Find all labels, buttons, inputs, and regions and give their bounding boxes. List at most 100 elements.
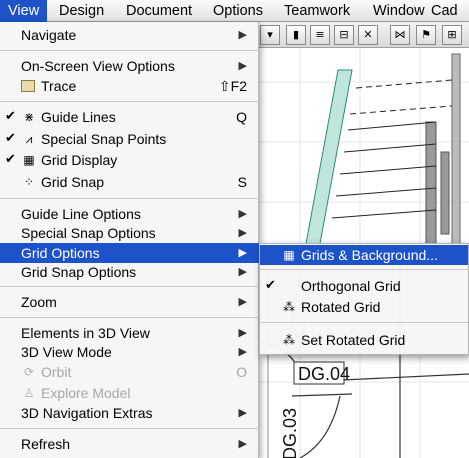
submenu-arrow-icon: ▶ [238,246,247,259]
dimension-icon[interactable]: ⊟ [334,25,354,45]
submenu-arrow-icon: ▶ [238,326,247,339]
menu-cad[interactable]: Cad [423,0,466,22]
grid-snap-label: Grid Snap [41,174,105,190]
menu-item-explore-model[interactable]: ♙ Explore Model [0,383,259,403]
trace-label: Trace [41,78,77,94]
menu-item-elements-in-3d-view[interactable]: Elements in 3D View ▶ [0,323,259,343]
menu-item-grid-snap[interactable]: ⁘ Grid Snap S [0,172,259,192]
trace-icon [21,80,35,92]
menu-item-special-snap-options[interactable]: Special Snap Options ▶ [0,223,259,243]
menu-item-guide-lines[interactable]: ✔ ⋇ Guide Lines Q [0,107,259,127]
flag-icon[interactable]: ⚑ [416,25,436,45]
separator [260,322,468,323]
submenu-arrow-icon: ▶ [238,207,247,220]
submenu-arrow-icon: ▶ [238,345,247,358]
view-menu: Navigate ▶ On-Screen View Options ▶ Trac… [0,22,259,458]
grid-options-label: Grid Options [21,245,100,261]
menu-item-grid-snap-options[interactable]: Grid Snap Options ▶ [0,262,259,282]
menu-item-navigate[interactable]: Navigate ▶ [0,25,259,45]
checkmark-icon: ✔ [5,109,16,124]
explore-icon: ♙ [23,386,35,400]
stair-icon[interactable]: ≡ [310,25,330,45]
menu-item-grid-display[interactable]: ✔ ▦ Grid Display [0,150,259,170]
grid-display-label: Grid Display [41,152,118,168]
guide-line-options-label: Guide Line Options [21,206,141,222]
3d-navigation-extras-label: 3D Navigation Extras [21,405,153,421]
room-label-dg03: DG.03 [280,408,300,458]
toolbar: ▾ ▮ ≡ ⊟ ✕ ⋈ ⚑ ⊞ [258,22,469,48]
separator [0,428,259,429]
submenu-arrow-icon: ▶ [238,437,247,450]
trace-shortcut: ⇧F2 [218,78,247,94]
separator [0,286,259,287]
navigate-label: Navigate [21,27,77,43]
set-rotated-grid-label: Set Rotated Grid [301,332,406,348]
orbit-shortcut: O [236,364,247,380]
separator [0,198,259,199]
snap-points-icon: ⩘ [25,132,33,146]
rotated-grid-icon: ⁂ [283,300,295,314]
menu-item-grid-options[interactable]: Grid Options ▶ [0,243,259,263]
submenu-arrow-icon: ▶ [238,28,247,41]
on-screen-view-options-label: On-Screen View Options [21,58,175,74]
separator [260,269,468,270]
menu-item-orbit[interactable]: ⟳ Orbit O [0,362,259,382]
menu-view[interactable]: View [0,0,48,22]
menu-design[interactable]: Design [51,0,112,22]
grid-snap-shortcut: S [237,174,247,190]
checkmark-icon: ✔ [5,152,16,167]
menu-item-on-screen-view-options[interactable]: On-Screen View Options ▶ [0,56,259,76]
menu-item-special-snap-points[interactable]: ✔ ⩘ Special Snap Points [0,129,259,149]
submenu-arrow-icon: ▶ [238,59,247,72]
node-icon[interactable]: ⋈ [390,25,410,45]
menu-item-3d-navigation-extras[interactable]: 3D Navigation Extras ▶ [0,403,259,423]
menu-teamwork[interactable]: Teamwork [276,0,358,22]
zoom-label: Zoom [21,294,57,310]
menu-item-grids-background[interactable]: ▦ Grids & Background... [260,245,468,265]
toolbar-button-1[interactable]: ▾ [260,25,280,45]
menu-item-refresh[interactable]: Refresh ▶ [0,434,259,454]
checkmark-icon: ✔ [5,131,16,146]
separator [0,101,259,102]
menu-item-set-rotated-grid[interactable]: ⁂ Set Rotated Grid [260,330,468,350]
menu-options[interactable]: Options [205,0,271,22]
grids-background-label: Grids & Background... [301,247,438,263]
checkmark-icon: ✔ [265,278,276,293]
menu-item-zoom[interactable]: Zoom ▶ [0,292,259,312]
grid-snap-icon: ⁘ [23,175,35,189]
menu-item-rotated-grid[interactable]: ⁂ Rotated Grid [260,297,468,317]
grids-background-icon: ▦ [283,248,295,262]
guide-lines-icon: ⋇ [23,110,35,124]
close-icon[interactable]: ✕ [358,25,378,45]
rotated-grid-label: Rotated Grid [301,299,381,315]
menu-item-3d-view-mode[interactable]: 3D View Mode ▶ [0,342,259,362]
menu-item-trace[interactable]: Trace ⇧F2 [0,76,259,96]
submenu-arrow-icon: ▶ [238,406,247,419]
room-label-dg04: DG.04 [298,364,350,384]
marquee-icon[interactable]: ▮ [286,25,306,45]
orbit-icon: ⟳ [23,365,35,379]
elements-in-3d-view-label: Elements in 3D View [21,325,150,341]
menu-document[interactable]: Document [118,0,200,22]
special-snap-options-label: Special Snap Options [21,225,156,241]
special-snap-points-label: Special Snap Points [41,131,167,147]
explore-model-label: Explore Model [41,385,131,401]
separator [0,317,259,318]
refresh-label: Refresh [21,436,71,452]
submenu-arrow-icon: ▶ [238,226,247,239]
separator [0,50,259,51]
submenu-arrow-icon: ▶ [238,265,247,278]
guide-lines-label: Guide Lines [41,109,116,125]
grid-snap-tool-icon[interactable]: ⊞ [442,25,462,45]
set-rotated-grid-icon: ⁂ [283,333,295,347]
menu-item-guide-line-options[interactable]: Guide Line Options ▶ [0,204,259,224]
orthogonal-grid-label: Orthogonal Grid [301,278,401,294]
grid-options-submenu: ▦ Grids & Background... ✔ Orthogonal Gri… [259,243,469,355]
3d-view-mode-label: 3D View Mode [21,344,112,360]
grid-snap-options-label: Grid Snap Options [21,264,137,280]
submenu-arrow-icon: ▶ [238,295,247,308]
grid-display-icon: ▦ [23,153,35,167]
orbit-label: Orbit [41,364,72,380]
guide-lines-shortcut: Q [236,109,247,125]
menu-item-orthogonal-grid[interactable]: ✔ Orthogonal Grid [260,276,468,296]
